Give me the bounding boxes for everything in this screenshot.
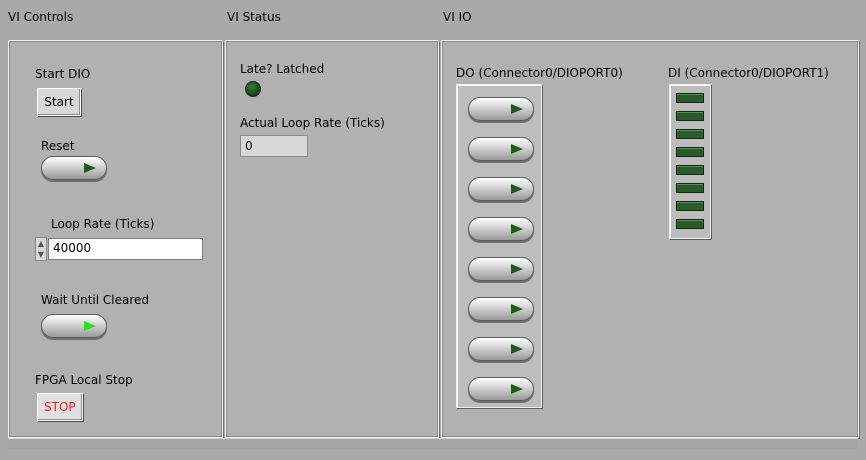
di-led-icon <box>676 129 704 139</box>
do-toggle-2[interactable] <box>468 177 534 201</box>
di-label: DI (Connector0/DIOPORT1) <box>668 66 829 80</box>
do-label: DO (Connector0/DIOPORT0) <box>456 66 623 80</box>
reset-toggle[interactable] <box>41 156 107 180</box>
vi-controls-title: VI Controls <box>8 10 74 24</box>
wait-until-cleared-toggle[interactable] <box>41 314 107 338</box>
do-led-icon <box>511 104 523 114</box>
do-led-icon <box>511 264 523 274</box>
wait-until-cleared-led-icon <box>84 321 96 331</box>
vi-io-panel: DO (Connector0/DIOPORT0) DI (Connector0/… <box>441 40 859 438</box>
stop-button[interactable]: STOP <box>37 393 83 421</box>
do-led-icon <box>511 184 523 194</box>
do-array <box>456 84 542 408</box>
di-led-icon <box>676 111 704 121</box>
di-array <box>669 84 711 239</box>
wait-until-cleared-label: Wait Until Cleared <box>41 293 149 307</box>
do-led-icon <box>511 384 523 394</box>
reset-led-icon <box>84 163 96 173</box>
do-toggle-4[interactable] <box>468 257 534 281</box>
decrement-arrow-icon[interactable]: ▼ <box>36 249 46 260</box>
fpga-local-stop-label: FPGA Local Stop <box>35 373 133 387</box>
do-toggle-5[interactable] <box>468 297 534 321</box>
start-dio-label: Start DIO <box>35 67 91 81</box>
start-button[interactable]: Start <box>37 88 81 116</box>
do-toggle-7[interactable] <box>468 377 534 401</box>
panel-footer-bar <box>8 438 858 449</box>
do-led-icon <box>511 344 523 354</box>
late-latched-led-icon <box>245 81 261 97</box>
reset-label: Reset <box>41 139 75 153</box>
do-toggle-6[interactable] <box>468 337 534 361</box>
loop-rate-input[interactable]: 40000 <box>48 238 203 260</box>
do-toggle-1[interactable] <box>468 137 534 161</box>
actual-loop-rate-label: Actual Loop Rate (Ticks) <box>240 116 385 130</box>
di-led-icon <box>676 183 704 193</box>
loop-rate-spinner[interactable]: ▲ ▼ <box>35 237 47 261</box>
di-led-icon <box>676 219 704 229</box>
do-toggle-3[interactable] <box>468 217 534 241</box>
di-led-icon <box>676 93 704 103</box>
di-led-icon <box>676 165 704 175</box>
vi-status-title: VI Status <box>227 10 281 24</box>
do-led-icon <box>511 144 523 154</box>
do-led-icon <box>511 224 523 234</box>
vi-controls-panel: Start DIO Start Reset Loop Rate (Ticks) … <box>8 40 223 438</box>
do-toggle-0[interactable] <box>468 97 534 121</box>
di-led-icon <box>676 201 704 211</box>
di-led-icon <box>676 147 704 157</box>
late-latched-label: Late? Latched <box>240 62 325 76</box>
vi-status-panel: Late? Latched Actual Loop Rate (Ticks) 0 <box>225 40 439 438</box>
vi-io-title: VI IO <box>443 10 472 24</box>
loop-rate-label: Loop Rate (Ticks) <box>51 217 155 231</box>
actual-loop-rate-indicator: 0 <box>240 135 308 157</box>
increment-arrow-icon[interactable]: ▲ <box>36 238 46 249</box>
do-led-icon <box>511 304 523 314</box>
